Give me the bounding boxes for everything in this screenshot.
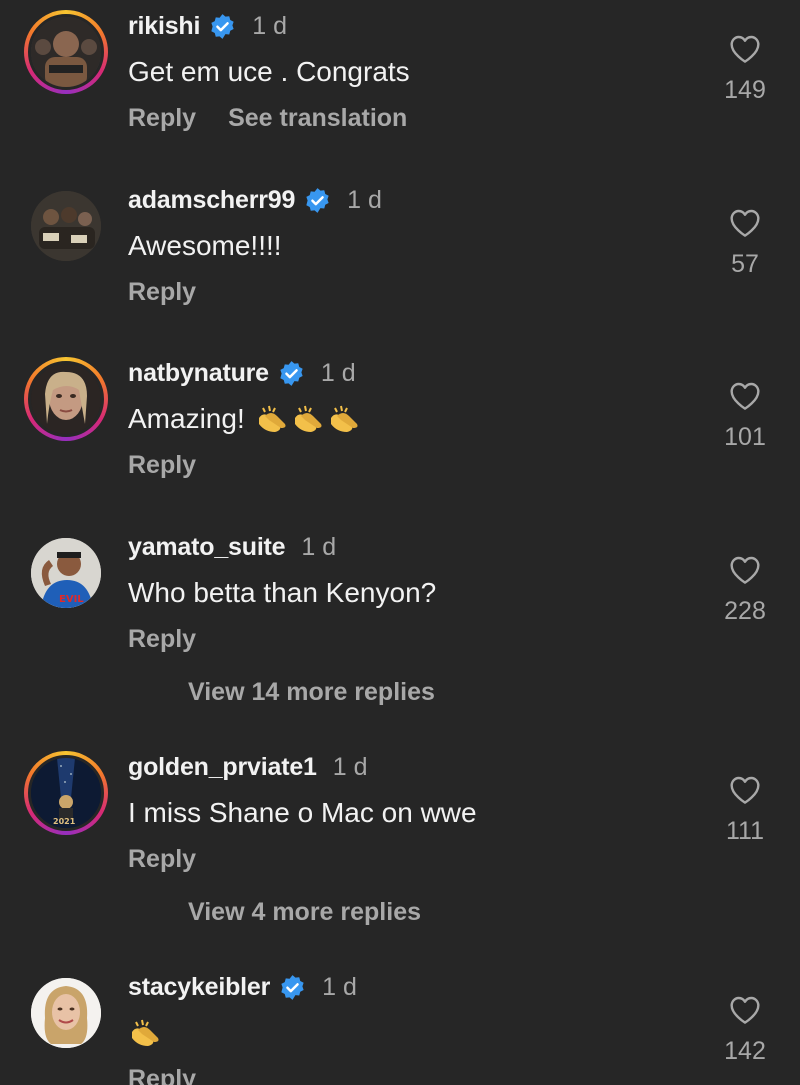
like-button[interactable]: 57 xyxy=(720,208,770,279)
svg-text:2021: 2021 xyxy=(53,817,76,826)
avatar[interactable] xyxy=(24,184,108,268)
username[interactable]: adamscherr99 xyxy=(128,186,295,215)
timestamp: 1 d xyxy=(322,972,357,1001)
like-count: 228 xyxy=(724,597,766,625)
comment-text xyxy=(128,1015,164,1051)
verified-badge-icon xyxy=(211,13,234,39)
view-more-replies-button[interactable]: View 14 more replies xyxy=(188,678,435,707)
comment-text: Get em uce . Congrats xyxy=(128,56,410,87)
like-count: 149 xyxy=(724,76,766,104)
heart-outline-icon[interactable] xyxy=(729,208,761,238)
comment-item: EVIL yamato_suite 1 d Who betta than Ken… xyxy=(0,525,800,685)
comment-item: natbynature 1 d Amazing! Reply 101 xyxy=(0,351,800,511)
reply-button[interactable]: Reply xyxy=(128,451,196,480)
see-translation-button[interactable]: See translation xyxy=(228,104,407,133)
view-more-replies-button[interactable]: View 4 more replies xyxy=(188,898,421,927)
username[interactable]: rikishi xyxy=(128,12,200,41)
timestamp: 1 d xyxy=(320,358,356,387)
like-count: 101 xyxy=(724,423,766,451)
comment-text-body: Amazing! xyxy=(128,403,245,434)
verified-badge-icon xyxy=(306,187,329,213)
comments-list: rikishi 1 d Get em uce . Congrats Reply … xyxy=(0,0,800,1085)
comment-item: 2021 golden_prviate1 1 d I miss Shane o … xyxy=(0,745,800,905)
like-button[interactable]: 101 xyxy=(720,381,770,452)
comment-text: I miss Shane o Mac on wwe xyxy=(128,797,477,828)
clapping-hands-icon xyxy=(258,405,286,432)
clapping-hands-icon xyxy=(294,405,322,432)
reply-button[interactable]: Reply xyxy=(128,625,196,654)
heart-outline-icon[interactable] xyxy=(729,775,761,805)
reply-button[interactable]: Reply xyxy=(128,278,196,307)
avatar[interactable]: 2021 xyxy=(24,751,108,835)
avatar[interactable]: EVIL xyxy=(24,531,108,615)
avatar[interactable] xyxy=(24,10,108,94)
username[interactable]: natbynature xyxy=(128,359,269,388)
like-button[interactable]: 149 xyxy=(720,34,770,105)
like-button[interactable]: 228 xyxy=(720,555,770,626)
reply-button[interactable]: Reply xyxy=(128,845,196,874)
reply-button[interactable]: Reply xyxy=(128,1065,196,1085)
avatar[interactable] xyxy=(24,971,108,1055)
like-button[interactable]: 142 xyxy=(720,995,770,1066)
like-button[interactable]: 111 xyxy=(720,775,770,846)
username[interactable]: yamato_suite xyxy=(128,533,286,562)
like-count: 142 xyxy=(724,1037,766,1065)
like-count: 57 xyxy=(731,250,759,278)
comment-text: Awesome!!!! xyxy=(128,230,282,261)
avatar[interactable] xyxy=(24,357,108,441)
reply-button[interactable]: Reply xyxy=(128,104,196,133)
like-count: 111 xyxy=(725,817,764,845)
comment-text: Who betta than Kenyon? xyxy=(128,577,437,608)
timestamp: 1 d xyxy=(347,185,382,214)
clapping-hands-icon xyxy=(132,1019,159,1046)
timestamp: 1 d xyxy=(301,532,337,561)
verified-badge-icon xyxy=(281,974,304,1000)
timestamp: 1 d xyxy=(332,752,368,781)
clapping-hands-icon xyxy=(330,405,358,432)
comment-text: Amazing! xyxy=(128,401,363,437)
heart-outline-icon[interactable] xyxy=(729,995,761,1025)
username[interactable]: golden_prviate1 xyxy=(128,753,317,782)
comment-item: stacykeibler 1 d Reply 142 xyxy=(0,965,800,1085)
timestamp: 1 d xyxy=(252,11,288,40)
heart-outline-icon[interactable] xyxy=(729,555,761,585)
verified-badge-icon xyxy=(280,360,303,386)
heart-outline-icon[interactable] xyxy=(729,381,761,411)
comment-item: rikishi 1 d Get em uce . Congrats Reply … xyxy=(0,4,800,164)
svg-text:EVIL: EVIL xyxy=(59,594,84,605)
heart-outline-icon[interactable] xyxy=(729,34,761,64)
comment-item: adamscherr99 1 d Awesome!!!! Reply 57 xyxy=(0,178,800,338)
username[interactable]: stacykeibler xyxy=(128,973,270,1002)
